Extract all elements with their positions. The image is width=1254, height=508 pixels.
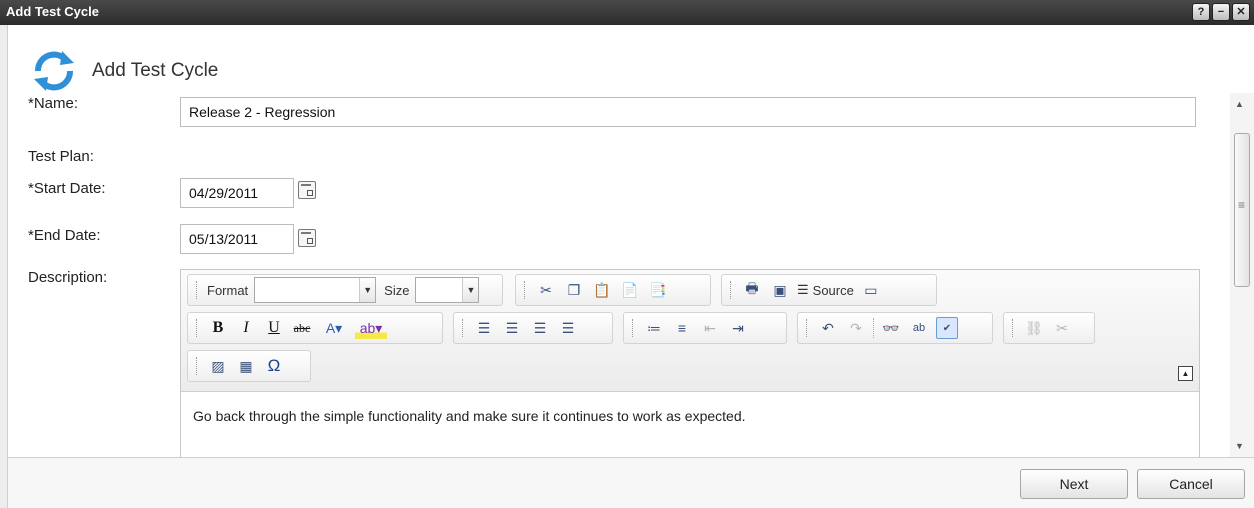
description-label: Description: [28,269,108,286]
paste-icon[interactable]: 📋 [591,279,613,301]
end-date-calendar-icon[interactable] [298,229,316,247]
chevron-down-icon: ▼ [359,278,376,302]
spellcheck-icon[interactable]: ✔ [936,317,958,339]
find-icon[interactable]: 👓 [880,317,902,339]
scroll-down-icon[interactable]: ▼ [1235,441,1244,451]
print-source-group: 🖶 ▣ ☰ Source ▭ [721,274,937,306]
highlight-color-icon[interactable]: ab▾ [355,317,387,339]
toolbar-grip [632,319,635,337]
size-select[interactable]: ▼ [415,277,480,303]
image-icon[interactable]: ▨ [207,355,229,377]
start-date-calendar-icon[interactable] [298,181,316,199]
toolbar-grip [730,281,733,299]
next-button[interactable]: Next [1020,469,1128,499]
form-content: *Name: Test Plan: *Start Date: *End Date… [8,93,1230,457]
chevron-down-icon: ▼ [462,278,479,302]
test-plan-label: Test Plan: [28,148,94,165]
help-icon[interactable]: ? [1192,3,1210,21]
left-frame-edge [0,25,8,508]
align-center-icon[interactable]: ☰ [501,317,523,339]
toolbar-grip [196,357,199,375]
link-icon[interactable]: ⛓ [1023,317,1045,339]
text-color-icon[interactable]: A▾ [319,317,349,339]
dialog-header: Add Test Cycle [8,25,1254,93]
outdent-icon[interactable]: ⇤ [699,317,721,339]
indent-icon[interactable]: ⇥ [727,317,749,339]
scroll-up-icon[interactable]: ▲ [1235,99,1244,109]
undo-icon[interactable]: ↶ [817,317,839,339]
special-character-icon[interactable]: Ω [263,355,285,377]
vertical-scrollbar[interactable]: ▲ ▼ [1230,93,1254,457]
toolbar-grip [1012,319,1015,337]
cancel-button[interactable]: Cancel [1137,469,1245,499]
source-button[interactable]: ☰ Source [797,282,854,298]
justify-icon[interactable]: ☰ [557,317,579,339]
page-title: Add Test Cycle [92,60,219,81]
scroll-thumb[interactable] [1234,133,1250,287]
name-input[interactable] [180,97,1196,127]
text-style-group: B I U abc A▾ ab▾ [187,312,443,344]
italic-icon[interactable]: I [235,317,257,339]
editor-toolbar: Format ▼ Size ▼ ✂ ❐ 📋 📄 📑 🖶 ▣ ☰ Source ▭… [181,270,1199,392]
undo-find-group: ↶ ↷ 👓 ab ✔ [797,312,993,344]
size-label: Size [384,282,410,298]
table-icon[interactable]: ▦ [235,355,257,377]
collapse-toolbar-icon[interactable]: ▲ [1178,366,1193,381]
toolbar-grip [462,319,465,337]
start-date-input[interactable] [180,178,294,208]
format-size-group: Format ▼ Size ▼ [187,274,503,306]
end-date-label: *End Date: [28,227,101,244]
unlink-icon[interactable]: ✂ [1051,317,1073,339]
maximize-icon[interactable]: ▭ [860,279,882,301]
list-group: ≔ ≡ ⇤ ⇥ [623,312,787,344]
paste-word-icon[interactable]: 📑 [647,279,669,301]
copy-icon[interactable]: ❐ [563,279,585,301]
strikethrough-icon[interactable]: abc [291,317,313,339]
toolbar-grip [806,319,809,337]
toolbar-grip [524,281,527,299]
underline-icon[interactable]: U [263,317,285,339]
window-titlebar: Add Test Cycle ? − ✕ [0,0,1254,25]
source-icon: ☰ [797,282,809,297]
align-right-icon[interactable]: ☰ [529,317,551,339]
format-select[interactable]: ▼ [254,277,377,303]
paste-text-icon[interactable]: 📄 [619,279,641,301]
toolbar-grip [196,281,199,299]
minimize-icon[interactable]: − [1212,3,1230,21]
name-label: *Name: [28,95,79,112]
align-left-icon[interactable]: ☰ [473,317,495,339]
numbered-list-icon[interactable]: ≔ [643,317,665,339]
window-title: Add Test Cycle [6,4,99,19]
template-icon[interactable]: ▣ [769,279,791,301]
dialog-footer: Next Cancel [8,457,1254,508]
refresh-cycle-icon [34,51,74,91]
rich-text-editor: Format ▼ Size ▼ ✂ ❐ 📋 📄 📑 🖶 ▣ ☰ Source ▭… [180,269,1200,457]
alignment-group: ☰ ☰ ☰ ☰ [453,312,613,344]
bold-icon[interactable]: B [207,317,229,339]
end-date-input[interactable] [180,224,294,254]
insert-group: ▨ ▦ Ω [187,350,311,382]
toolbar-separator [873,318,874,338]
bulleted-list-icon[interactable]: ≡ [671,317,693,339]
editor-content[interactable]: Go back through the simple functionality… [193,408,746,424]
redo-icon[interactable]: ↷ [845,317,867,339]
cut-icon[interactable]: ✂ [535,279,557,301]
clipboard-group: ✂ ❐ 📋 📄 📑 [515,274,711,306]
start-date-label: *Start Date: [28,180,106,197]
format-label: Format [207,282,249,298]
window-controls: ? − ✕ [1192,3,1250,21]
link-group: ⛓ ✂ [1003,312,1095,344]
source-label: Source [812,282,854,298]
close-icon[interactable]: ✕ [1232,3,1250,21]
print-icon[interactable]: 🖶 [741,279,763,301]
toolbar-grip [196,319,199,337]
replace-icon[interactable]: ab [908,317,930,339]
